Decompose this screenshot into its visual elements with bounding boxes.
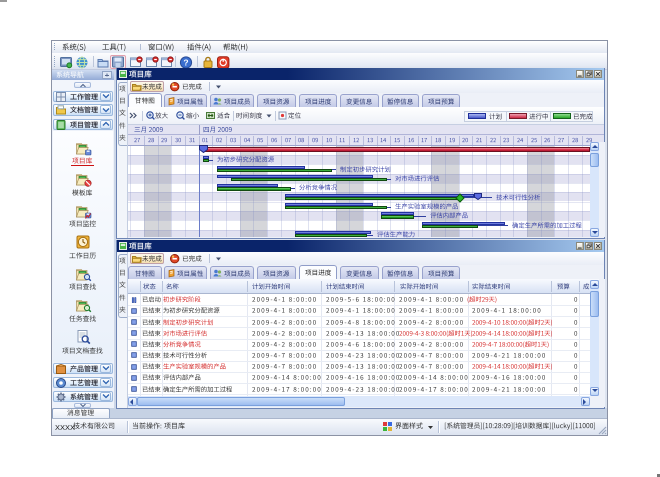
svg-text:?: ? xyxy=(183,57,188,67)
